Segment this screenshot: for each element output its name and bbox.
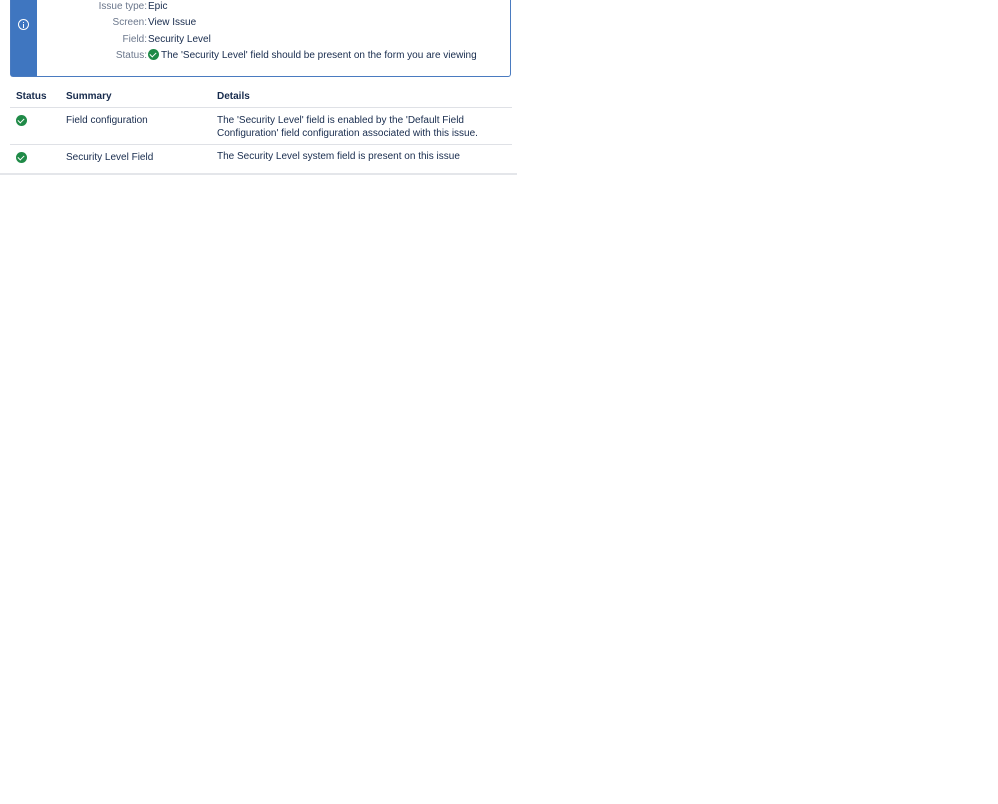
row-summary: Security Level Field [66,152,154,163]
status-value: The 'Security Level' field should be pre… [161,50,477,61]
info-panel-gutter [11,0,37,76]
details-column-header: Details [217,91,250,102]
table-header: Status Summary Details [10,86,512,108]
row-details: The 'Security Level' field is enabled by… [217,115,478,139]
divider [0,173,517,175]
page: Issue type: Epic Screen: View Issue Fiel… [0,0,998,804]
status-label: Status: [115,50,147,61]
status-column-header: Status [16,91,47,102]
row-details: The Security Level system field is prese… [217,151,460,162]
table-row: Field configuration The 'Security Level'… [10,108,512,145]
field-value: Security Level [148,34,211,45]
check-circle-icon [16,152,27,163]
issue-type-label: Issue type: [98,1,147,12]
check-circle-icon [16,115,27,126]
field-label: Field: [122,34,147,45]
results-table: Status Summary Details Field configurati… [10,86,512,175]
screen-label: Screen: [112,17,147,28]
summary-column-header: Summary [66,91,112,102]
info-icon [18,19,29,30]
check-circle-icon [148,49,159,60]
info-panel: Issue type: Epic Screen: View Issue Fiel… [10,0,511,77]
screen-value: View Issue [148,17,197,28]
status-value-wrap: The 'Security Level' field should be pre… [148,48,477,64]
issue-type-value: Epic [148,1,168,12]
row-summary: Field configuration [66,115,148,126]
table-row: Security Level Field The Security Level … [10,145,512,175]
